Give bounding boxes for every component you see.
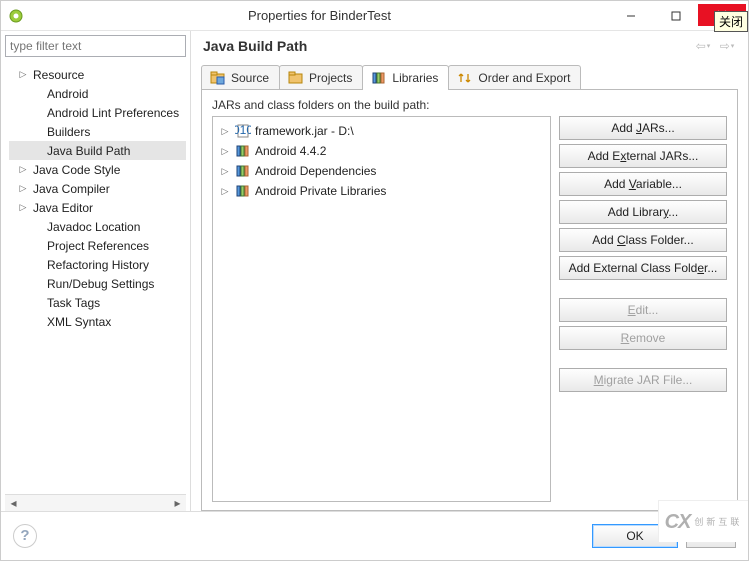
library-entry[interactable]: ▷ 010 framework.jar - D:\ (215, 121, 548, 141)
expand-icon[interactable]: ▷ (219, 126, 231, 137)
migrate-jar-button[interactable]: Migrate JAR File... (559, 368, 727, 392)
tree-item-label: Project References (43, 239, 149, 253)
button-bar: ? OK Cancel (1, 511, 748, 559)
tree-item[interactable]: Java Build Path (9, 141, 186, 160)
libraries-icon (371, 70, 387, 86)
expand-icon[interactable]: ▷ (17, 164, 29, 175)
close-tooltip: 关闭 (714, 11, 748, 32)
tab-source[interactable]: Source (201, 65, 280, 90)
tab-order-and-export[interactable]: Order and Export (448, 65, 581, 90)
tree-item[interactable]: ▷Java Editor (9, 198, 186, 217)
window-icon (1, 8, 31, 24)
library-container-icon (235, 183, 251, 199)
library-entry[interactable]: ▷ Android 4.4.2 (215, 141, 548, 161)
add-library-button[interactable]: Add Library... (559, 200, 727, 224)
scroll-right-icon[interactable]: ▸ (169, 495, 186, 511)
add-class-folder-button[interactable]: Add Class Folder... (559, 228, 727, 252)
help-button[interactable]: ? (13, 524, 37, 548)
library-entry-label: framework.jar - D:\ (255, 124, 354, 138)
nav-back-button[interactable]: ⇦ (692, 37, 714, 55)
library-entry-label: Android Private Libraries (255, 184, 386, 198)
nav-tree[interactable]: ▷ResourceAndroidAndroid Lint Preferences… (5, 61, 186, 494)
add-external-jars-button[interactable]: Add External JARs... (559, 144, 727, 168)
page-heading: Java Build Path (203, 38, 692, 54)
tab-label: Source (231, 71, 269, 85)
tab-libraries[interactable]: Libraries (362, 65, 449, 90)
expand-icon[interactable]: ▷ (219, 146, 231, 157)
tree-item[interactable]: Javadoc Location (9, 217, 186, 236)
tree-item-label: Run/Debug Settings (43, 277, 154, 291)
tree-item[interactable]: ▷Resource (9, 65, 186, 84)
tab-label: Libraries (392, 71, 438, 85)
libraries-buttons: Add JARs... Add External JARs... Add Var… (559, 116, 727, 502)
tree-item[interactable]: XML Syntax (9, 312, 186, 331)
list-label: JARs and class folders on the build path… (212, 98, 727, 112)
tree-item[interactable]: ▷Java Code Style (9, 160, 186, 179)
tree-item[interactable]: Builders (9, 122, 186, 141)
tree-item[interactable]: Task Tags (9, 293, 186, 312)
tab-strip: Source Projects Libraries Order and Export (201, 65, 738, 90)
tree-item-label: Java Compiler (29, 182, 110, 196)
svg-text:010: 010 (235, 123, 251, 137)
tree-item-label: Java Editor (29, 201, 93, 215)
tree-item-label: Java Code Style (29, 163, 120, 177)
filter-input[interactable] (5, 35, 186, 57)
tree-item[interactable]: Project References (9, 236, 186, 255)
source-folder-icon (210, 70, 226, 86)
tree-item-label: Resource (29, 68, 84, 82)
remove-button[interactable]: Remove (559, 326, 727, 350)
expand-icon[interactable]: ▷ (219, 166, 231, 177)
add-jars-button[interactable]: Add JARs... (559, 116, 727, 140)
tree-item[interactable]: Android (9, 84, 186, 103)
tab-body: JARs and class folders on the build path… (201, 89, 738, 511)
right-pane: Java Build Path ⇦ ⇨ Source Projects Librar… (191, 31, 748, 511)
tree-item-label: Task Tags (43, 296, 100, 310)
projects-icon (288, 70, 304, 86)
libraries-tree[interactable]: ▷ 010 framework.jar - D:\ ▷ Android 4.4.2 ▷ An… (212, 116, 551, 502)
nav-forward-button[interactable]: ⇨ (716, 37, 738, 55)
horizontal-scrollbar[interactable]: ◂ ▸ (5, 494, 186, 511)
tree-item-label: Android (43, 87, 88, 101)
scroll-left-icon[interactable]: ◂ (5, 495, 22, 511)
tree-item[interactable]: ▷Java Compiler (9, 179, 186, 198)
watermark-text: 创新互联 (694, 515, 742, 528)
jar-icon: 010 (235, 123, 251, 139)
add-external-class-folder-button[interactable]: Add External Class Folder... (559, 256, 727, 280)
library-entry-label: Android 4.4.2 (255, 144, 326, 158)
tab-label: Order and Export (478, 71, 570, 85)
tree-item-label: Refactoring History (43, 258, 149, 272)
tree-item-label: Java Build Path (43, 144, 130, 158)
window-title: Properties for BinderTest (31, 8, 608, 23)
expand-icon[interactable]: ▷ (219, 186, 231, 197)
tree-item[interactable]: Refactoring History (9, 255, 186, 274)
minimize-button[interactable] (608, 4, 653, 28)
add-variable-button[interactable]: Add Variable... (559, 172, 727, 196)
title-bar: Properties for BinderTest (1, 1, 748, 31)
order-export-icon (457, 70, 473, 86)
library-entry-label: Android Dependencies (255, 164, 376, 178)
library-entry[interactable]: ▷ Android Dependencies (215, 161, 548, 181)
tree-item-label: Builders (43, 125, 90, 139)
tree-item[interactable]: Run/Debug Settings (9, 274, 186, 293)
edit-button[interactable]: Edit... (559, 298, 727, 322)
tree-item[interactable]: Android Lint Preferences (9, 103, 186, 122)
library-entry[interactable]: ▷ Android Private Libraries (215, 181, 548, 201)
tree-item-label: XML Syntax (43, 315, 111, 329)
library-container-icon (235, 163, 251, 179)
tab-projects[interactable]: Projects (279, 65, 363, 90)
maximize-button[interactable] (653, 4, 698, 28)
library-container-icon (235, 143, 251, 159)
tab-label: Projects (309, 71, 352, 85)
expand-icon[interactable]: ▷ (17, 183, 29, 194)
tree-item-label: Javadoc Location (43, 220, 140, 234)
expand-icon[interactable]: ▷ (17, 202, 29, 213)
watermark: CX 创新互联 (658, 500, 748, 542)
expand-icon[interactable]: ▷ (17, 69, 29, 80)
left-pane: ▷ResourceAndroidAndroid Lint Preferences… (1, 31, 191, 511)
tree-item-label: Android Lint Preferences (43, 106, 179, 120)
